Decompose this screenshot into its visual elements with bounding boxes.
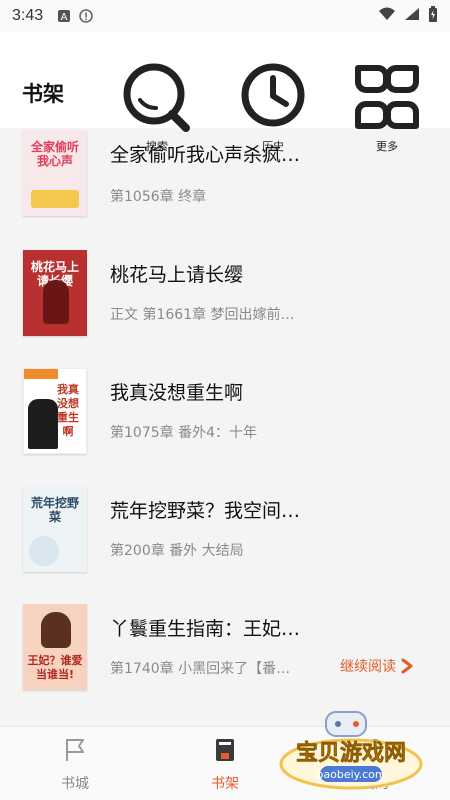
book-cover: 全家偷听我心声 <box>23 130 87 216</box>
book-progress: 正文 第1661章 梦回出嫁前… <box>110 307 295 323</box>
book-item[interactable]: 我真没想重生啊 我真没想重生啊 第1075章 番外4：十年 <box>0 364 450 482</box>
book-cover: 我真没想重生啊 <box>23 368 87 454</box>
tab-bookstore-label: 书城 <box>61 776 89 792</box>
signal-icon <box>404 7 420 25</box>
continue-reading-label: 继续阅读 <box>340 659 396 675</box>
book-item[interactable]: 桃花马上请长缨 桃花马上请长缨 正文 第1661章 梦回出嫁前… <box>0 246 450 364</box>
book-item[interactable]: 荒年挖野菜 荒年挖野菜？我空间… 第200章 番外 大结局 <box>0 482 450 600</box>
info-icon <box>79 9 93 23</box>
more-icon <box>355 65 419 129</box>
wifi-icon <box>378 7 396 25</box>
book-title: 我真没想重生啊 <box>110 382 244 404</box>
notification-a-icon: A <box>57 9 71 23</box>
book-progress: 第1075章 番外4：十年 <box>110 425 257 441</box>
watermark-url: baobeiy.com <box>316 768 385 781</box>
chevron-right-icon <box>401 658 413 674</box>
watermark-logo: 宝贝游戏网 baobeiy.com <box>276 708 426 792</box>
book-icon <box>216 739 234 761</box>
status-time: 3:43 <box>12 7 44 24</box>
history-icon <box>241 63 305 127</box>
tab-bookshelf-label: 书架 <box>211 776 239 792</box>
bookshelf-list: 全家偷听我心声 全家偷听我心声杀疯… 第1056章 终章 桃花马上请长缨 桃花马… <box>0 128 450 726</box>
book-item[interactable]: 王妃？谁爱当谁当! 丫鬟重生指南：王妃… 第1740章 小黑回来了【番… 继续阅… <box>0 600 450 718</box>
book-title: 丫鬟重生指南：王妃… <box>110 618 301 640</box>
cover-text: 全家偷听我心声 <box>30 140 79 168</box>
cover-text: 王妃？谁爱当谁当! <box>27 654 83 681</box>
flag-icon <box>66 739 84 761</box>
book-cover: 荒年挖野菜 <box>23 486 87 572</box>
book-title: 全家偷听我心声杀疯… <box>110 144 301 166</box>
battery-icon <box>428 6 438 26</box>
book-title: 桃花马上请长缨 <box>110 264 244 286</box>
book-cover: 王妃？谁爱当谁当! <box>23 604 87 690</box>
page-title: 书架 <box>22 82 64 106</box>
book-progress: 第1740章 小黑回来了【番… <box>110 661 291 677</box>
book-title: 荒年挖野菜？我空间… <box>110 500 301 522</box>
svg-text:A: A <box>61 12 68 23</box>
search-icon <box>123 63 190 132</box>
status-bar: 3:43 A <box>0 0 450 32</box>
tab-bookshelf[interactable]: 书架 <box>190 737 260 793</box>
cover-text: 我真没想重生啊 <box>57 383 79 438</box>
cover-text: 荒年挖野菜 <box>30 496 79 524</box>
book-cover: 桃花马上请长缨 <box>23 250 87 336</box>
watermark-text: 宝贝游戏网 <box>296 740 406 766</box>
book-progress: 第1056章 终章 <box>110 189 207 205</box>
continue-reading-button[interactable]: 继续阅读 <box>340 656 414 676</box>
tab-bookstore[interactable]: 书城 <box>40 737 110 793</box>
book-item[interactable]: 全家偷听我心声 全家偷听我心声杀疯… 第1056章 终章 <box>0 128 450 246</box>
book-progress: 第200章 番外 大结局 <box>110 543 244 559</box>
